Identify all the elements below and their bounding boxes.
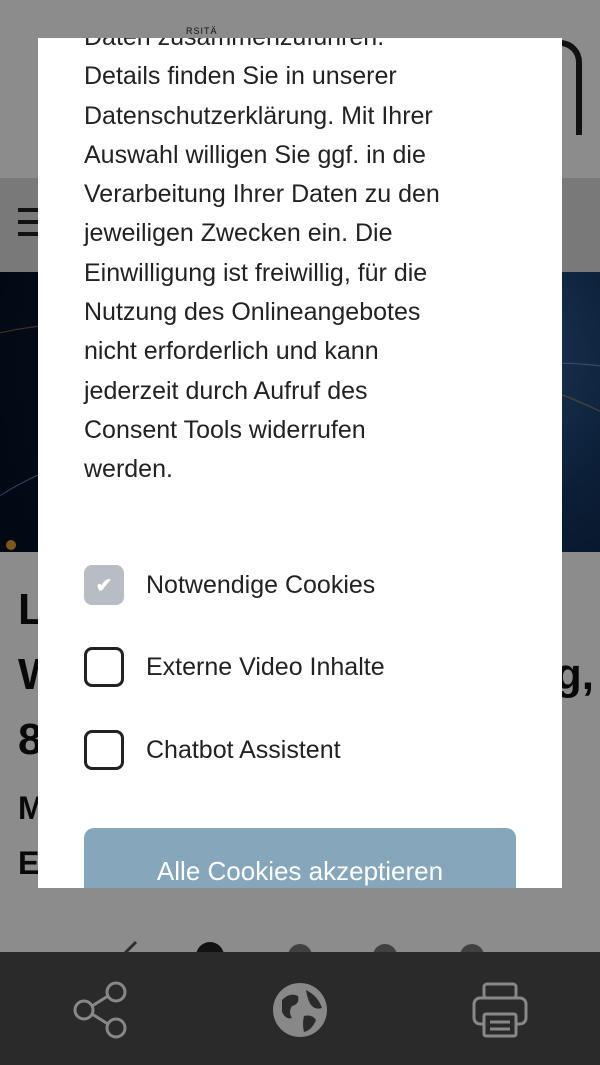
share-icon[interactable]: [70, 980, 130, 1040]
consent-text-line: Details finden Sie in unserer: [84, 62, 397, 91]
consent-text-line: Daten zusammenzuführen.: [84, 38, 524, 57]
checkmark-icon: ✔: [95, 574, 113, 597]
consent-text-line: Nutzung des Onlineangebotes: [84, 298, 421, 327]
accept-all-cookies-button[interactable]: Alle Cookies akzeptieren: [84, 828, 516, 888]
consent-text-line: nicht erforderlich und kann: [84, 337, 379, 366]
option-necessary-cookies[interactable]: ✔ Notwendige Cookies: [84, 563, 375, 607]
consent-text-line: werden.: [84, 455, 173, 484]
bottom-toolbar: [0, 952, 600, 1065]
cookie-consent-dialog: Daten zusammenzuführen. Details finden S…: [38, 38, 562, 888]
consent-text-line: Auswahl willigen Sie ggf. in die: [84, 140, 426, 169]
print-icon[interactable]: [470, 980, 530, 1040]
option-label: Notwendige Cookies: [146, 570, 376, 599]
option-chatbot[interactable]: Chatbot Assistent: [84, 728, 341, 772]
consent-text-line: jeweiligen Zwecken ein. Die: [84, 219, 393, 248]
consent-text-line: jederzeit durch Aufruf des: [84, 376, 368, 405]
checkbox-necessary-cookies[interactable]: ✔: [84, 565, 124, 605]
checkbox-chatbot[interactable]: [84, 730, 124, 770]
consent-text-line: Einwilligung ist freiwillig, für die: [84, 258, 428, 287]
globe-icon[interactable]: [270, 980, 330, 1040]
checkbox-external-video[interactable]: [84, 647, 124, 687]
consent-text-line: Verarbeitung Ihrer Daten zu den: [84, 180, 440, 209]
option-external-video[interactable]: Externe Video Inhalte: [84, 645, 385, 689]
consent-text-line: Datenschutzerklärung. Mit Ihrer: [84, 101, 433, 130]
consent-description: Daten zusammenzuführen. Details finden S…: [84, 38, 524, 490]
consent-text-line: Consent Tools widerrufen: [84, 415, 366, 444]
option-label: Chatbot Assistent: [146, 735, 341, 764]
option-label: Externe Video Inhalte: [146, 652, 385, 681]
